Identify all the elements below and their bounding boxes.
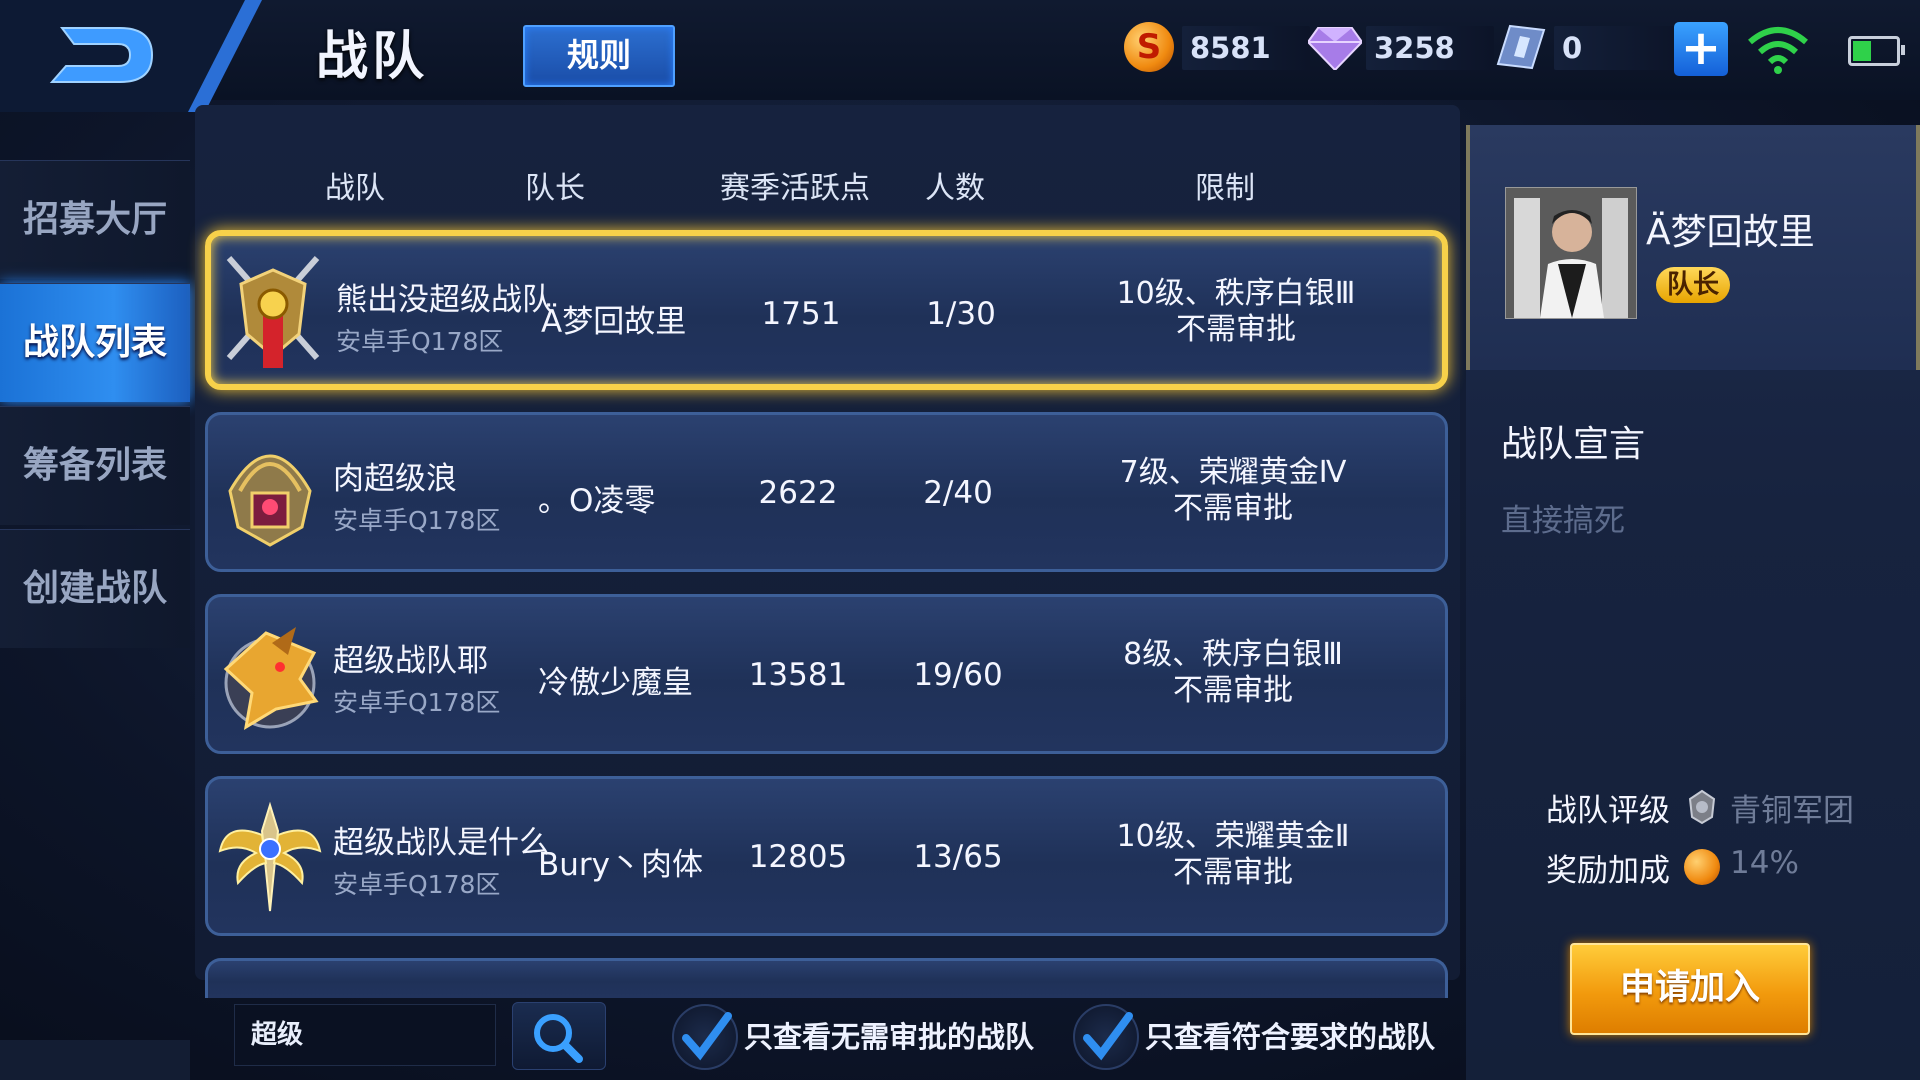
team-name: 熊出没超级战队 xyxy=(336,282,553,318)
coupon-icon xyxy=(1496,24,1546,70)
battery-icon xyxy=(1848,36,1905,66)
team-name: 超级战队是什么 xyxy=(333,825,550,861)
table-header: 战队 队长 赛季活跃点 人数 限制 xyxy=(195,155,1460,206)
header-points: 赛季活跃点 xyxy=(720,171,870,206)
sidebar: 招募大厅 战队列表 筹备列表 创建战队 xyxy=(0,160,190,652)
search-icon xyxy=(534,1014,583,1063)
filter-label: 只查看符合要求的战队 xyxy=(1145,1020,1436,1054)
plus-icon: + xyxy=(1680,20,1722,76)
team-limit-level: 7级、荣耀黄金Ⅳ xyxy=(1119,455,1347,490)
search-button[interactable] xyxy=(512,1002,606,1070)
team-limit-level: 8级、秩序白银Ⅲ xyxy=(1123,637,1343,672)
checkmark-icon xyxy=(682,1012,732,1061)
team-members: 1/30 xyxy=(926,296,996,332)
golden-helmet-emblem-icon xyxy=(228,454,312,547)
team-approval: 不需审批 xyxy=(1176,312,1296,347)
declaration-text: 直接搞死 xyxy=(1501,503,1625,539)
sidebar-item-preparing-list[interactable]: 筹备列表 xyxy=(0,406,190,525)
diamond-icon xyxy=(1308,27,1362,70)
captain-header: Ä梦回故里 队长 xyxy=(1466,125,1920,370)
team-points: 2622 xyxy=(758,475,838,511)
rating-label: 战队评级 xyxy=(1546,793,1670,829)
sidebar-item-create-team[interactable]: 创建战队 xyxy=(0,529,190,648)
page-title: 战队 xyxy=(316,27,429,87)
sidebar-item-recruit-hall[interactable]: 招募大厅 xyxy=(0,160,190,279)
gold-coin-icon: S xyxy=(1124,22,1174,72)
team-points: 1751 xyxy=(761,296,841,332)
team-captain: Bury丶肉体 xyxy=(538,847,704,883)
team-captain: 。O凌零 xyxy=(538,483,656,519)
diamond-amount: 3258 xyxy=(1366,26,1494,70)
dragon-head-emblem-icon xyxy=(223,627,319,730)
team-detail-panel: Ä梦回故里 队长 战队宣言 直接搞死 战队评级 青铜军团 奖励加成 14% 申请… xyxy=(1466,125,1920,1080)
winged-gold-emblem-icon xyxy=(218,801,322,912)
table-row[interactable]: 熊出没超级战队 安卓手Q178区 Ä梦回故里 1751 1/30 10级、秩序白… xyxy=(205,230,1448,390)
team-approval: 不需审批 xyxy=(1173,673,1293,708)
search-input[interactable]: 超级 xyxy=(234,1004,496,1066)
declaration-title: 战队宣言 xyxy=(1501,424,1646,465)
header-members: 人数 xyxy=(925,171,985,206)
bonus-value: 14% xyxy=(1730,845,1799,881)
back-arrow-icon xyxy=(0,0,262,112)
team-members: 19/60 xyxy=(913,657,1003,693)
team-points: 13581 xyxy=(748,657,848,693)
table-row-partial[interactable] xyxy=(205,958,1448,998)
team-server: 安卓手Q178区 xyxy=(333,506,501,535)
table-row[interactable]: 超级战队是什么 安卓手Q178区 Bury丶肉体 12805 13/65 10级… xyxy=(205,776,1448,936)
checkbox[interactable] xyxy=(672,1004,738,1070)
gold-amount: 8581 xyxy=(1182,26,1310,70)
checkbox[interactable] xyxy=(1073,1004,1139,1070)
captain-name: Ä梦回故里 xyxy=(1646,212,1815,253)
wifi-icon xyxy=(1748,27,1808,74)
team-approval: 不需审批 xyxy=(1173,855,1293,890)
header-limit: 限制 xyxy=(1195,171,1255,206)
team-name: 肉超级浪 xyxy=(333,461,457,497)
team-limit: 10级、荣耀黄金Ⅱ 不需审批 xyxy=(1028,819,1438,891)
checkmark-icon xyxy=(1083,1012,1133,1061)
header-captain: 队长 xyxy=(525,171,585,206)
sidebar-footer xyxy=(0,1040,190,1080)
team-limit: 7级、荣耀黄金Ⅳ 不需审批 xyxy=(1028,455,1438,527)
rating-value: 青铜军团 xyxy=(1730,793,1854,829)
avatar xyxy=(1505,187,1637,319)
team-members: 13/65 xyxy=(913,839,1003,875)
team-captain: Ä梦回故里 xyxy=(541,304,687,340)
team-name: 超级战队耶 xyxy=(333,643,488,679)
table-row[interactable]: 肉超级浪 安卓手Q178区 。O凌零 2622 2/40 7级、荣耀黄金Ⅳ 不需… xyxy=(205,412,1448,572)
team-server: 安卓手Q178区 xyxy=(333,688,501,717)
team-limit-level: 10级、荣耀黄金Ⅱ xyxy=(1116,819,1350,854)
back-button[interactable] xyxy=(0,0,290,112)
team-server: 安卓手Q178区 xyxy=(333,870,501,899)
team-captain: 冷傲少魔皇 xyxy=(538,665,693,701)
team-members: 2/40 xyxy=(923,475,993,511)
coupon-amount: 0 xyxy=(1554,26,1682,70)
gold-coin-icon xyxy=(1684,849,1720,885)
bronze-badge-icon xyxy=(1688,789,1716,825)
team-limit: 10级、秩序白银Ⅲ 不需审批 xyxy=(1031,276,1441,348)
table-row[interactable]: 超级战队耶 安卓手Q178区 冷傲少魔皇 13581 19/60 8级、秩序白银… xyxy=(205,594,1448,754)
bonus-label: 奖励加成 xyxy=(1546,853,1670,889)
team-approval: 不需审批 xyxy=(1173,491,1293,526)
apply-join-button[interactable]: 申请加入 xyxy=(1570,943,1810,1035)
rules-button[interactable]: 规则 xyxy=(523,25,675,87)
team-limit-level: 10级、秩序白银Ⅲ xyxy=(1116,276,1356,311)
captain-badge: 队长 xyxy=(1656,267,1730,303)
team-points: 12805 xyxy=(748,839,848,875)
team-server: 安卓手Q178区 xyxy=(336,327,504,356)
team-limit: 8级、秩序白银Ⅲ 不需审批 xyxy=(1028,637,1438,709)
sidebar-item-team-list[interactable]: 战队列表 xyxy=(0,283,190,402)
filter-label: 只查看无需审批的战队 xyxy=(744,1020,1035,1054)
recharge-button[interactable]: + xyxy=(1674,22,1728,76)
header-team: 战队 xyxy=(325,171,385,206)
crossed-swords-shield-emblem-icon xyxy=(226,256,320,368)
team-list-table: 战队 队长 赛季活跃点 人数 限制 熊出没超级战队 安卓手Q178区 Ä梦回故里… xyxy=(195,105,1460,998)
top-bar: 战队 规则 S 8581 3258 0 + xyxy=(0,0,1920,112)
